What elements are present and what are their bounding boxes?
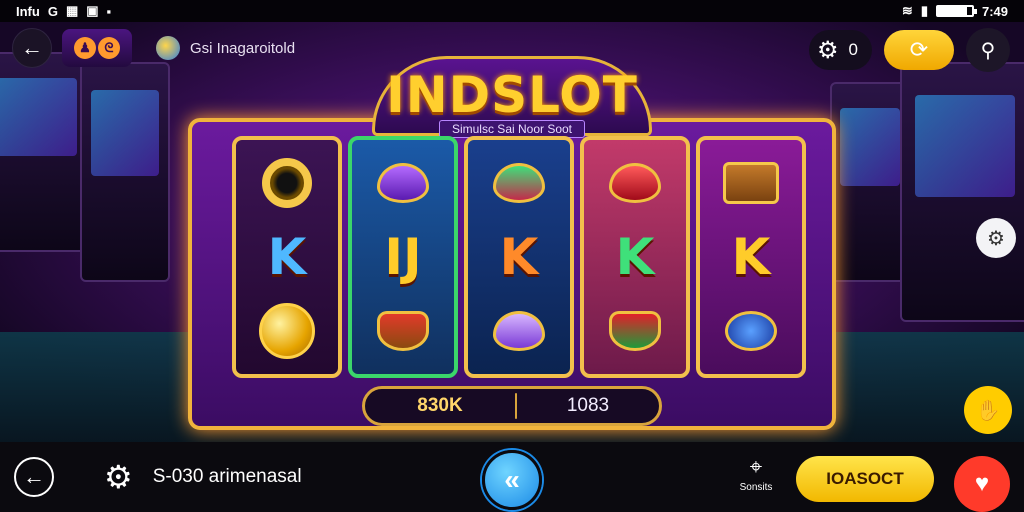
reel-1: K bbox=[232, 136, 342, 378]
side-action-button[interactable]: ✋ bbox=[964, 386, 1012, 434]
reel-2: IJ bbox=[348, 136, 458, 378]
globe-icon bbox=[156, 36, 180, 60]
bottom-settings-icon[interactable]: ⚙ bbox=[104, 458, 133, 496]
ring-icon bbox=[255, 155, 319, 211]
square-icon: ▪ bbox=[106, 3, 112, 19]
purple-crystal-icon bbox=[487, 303, 551, 359]
reel-grid[interactable]: K IJ K K K bbox=[232, 136, 806, 378]
favorite-button[interactable]: ♥ bbox=[954, 456, 1010, 512]
gear-count-value: 0 bbox=[848, 40, 858, 59]
signal-icon: ▮ bbox=[920, 3, 928, 18]
bottom-back-button[interactable]: ← bbox=[14, 457, 54, 497]
heart-icon: ♥ bbox=[974, 470, 990, 497]
game-logo: INDSLOT Simulsc Sai Noor Soot bbox=[362, 56, 662, 140]
double-chevron-left-icon: « bbox=[504, 464, 520, 495]
gear-icon: ⚙ bbox=[817, 36, 839, 64]
wifi-icon: ≋ bbox=[901, 3, 913, 18]
reel-letter: K bbox=[731, 228, 771, 286]
game-name: INDSLOT bbox=[386, 66, 638, 124]
logo-swirl-icon: ᘓ bbox=[98, 37, 120, 59]
settings-counter[interactable]: ⚙ 0 bbox=[809, 30, 872, 70]
reel-letter: K bbox=[615, 228, 655, 286]
coin-icon bbox=[255, 303, 319, 359]
reel-letter: K bbox=[499, 228, 539, 286]
reel-3: K bbox=[464, 136, 574, 378]
rewind-button[interactable]: « bbox=[482, 450, 542, 510]
status-bar: Infu G ▦ ▣ ▪ ≋ ▮ 7:49 bbox=[0, 0, 1024, 22]
battery-icon bbox=[935, 5, 977, 17]
logo-mark-icon: ♟ bbox=[74, 37, 96, 59]
green-gem-icon bbox=[487, 155, 551, 211]
map-button[interactable]: ⌖ Sonsits bbox=[728, 454, 784, 493]
map-label: Sonsits bbox=[739, 482, 773, 493]
side-settings-button[interactable]: ⚙ bbox=[976, 218, 1016, 258]
location-pin-icon: ⚲ bbox=[980, 39, 996, 62]
cog-icon: ⚙ bbox=[987, 227, 1005, 250]
clock: 7:49 bbox=[981, 3, 1008, 19]
balance-bar: 830K 1083 bbox=[362, 386, 662, 426]
chest-icon bbox=[719, 155, 783, 211]
reel-letter: K bbox=[267, 228, 307, 286]
g-icon: G bbox=[47, 3, 58, 19]
calendar-icon: ▦ bbox=[65, 3, 79, 18]
refresh-icon: ⟳ bbox=[909, 37, 929, 62]
back-button[interactable]: ← bbox=[12, 28, 52, 68]
red-bowl-icon bbox=[371, 303, 435, 359]
coin-button[interactable]: ⟳ bbox=[884, 30, 954, 70]
arrow-left-icon: ← bbox=[23, 464, 45, 489]
primary-play-button[interactable]: IOASOCT bbox=[796, 456, 934, 502]
green-bowl-icon bbox=[603, 303, 667, 359]
reel-5: K bbox=[696, 136, 806, 378]
win-amount: 830K bbox=[417, 395, 463, 416]
game-title: Gsi Inagaroitold bbox=[190, 39, 296, 57]
primary-button-label: IOASOCT bbox=[826, 469, 904, 488]
hand-icon: ✋ bbox=[975, 399, 1001, 422]
game-title-chip[interactable]: Gsi Inagaroitold bbox=[156, 36, 295, 60]
location-button[interactable]: ⚲ bbox=[966, 28, 1010, 72]
bottom-nav: ← ⚙ S-030 arimenasal « ⌖ Sonsits IOASOCT… bbox=[0, 442, 1024, 512]
reel-4: K bbox=[580, 136, 690, 378]
purple-gem-icon bbox=[371, 155, 435, 211]
arrow-left-icon: ← bbox=[21, 35, 43, 60]
blue-pouch-icon bbox=[719, 303, 783, 359]
image-icon: ▣ bbox=[86, 3, 99, 18]
carrier-text: Infu bbox=[16, 3, 40, 19]
bet-amount: 1083 bbox=[566, 395, 610, 416]
bottom-label: S-030 arimenasal bbox=[152, 466, 302, 487]
map-pin-icon: ⌖ bbox=[749, 454, 763, 479]
reel-letter: IJ bbox=[384, 228, 422, 286]
app-logo[interactable]: ♟ ᘓ bbox=[62, 29, 132, 67]
red-gem-icon bbox=[603, 155, 667, 211]
